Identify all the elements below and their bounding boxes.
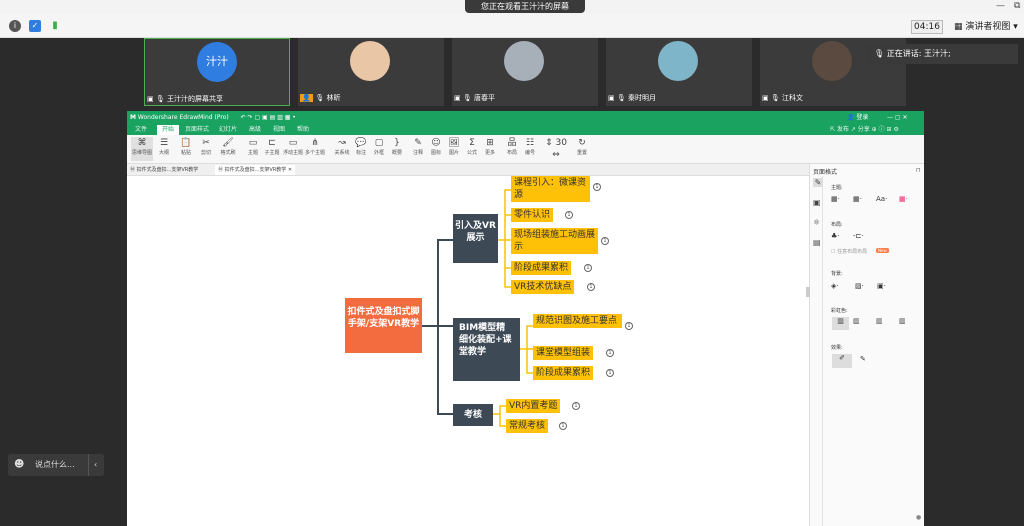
subtopic[interactable]: 现场组装施工动画展示 — [511, 228, 598, 254]
subtopic[interactable]: VR技术优缺点 — [511, 280, 575, 294]
subtopic[interactable]: 零件认识 — [511, 208, 554, 222]
emoji-icon[interactable]: ☻ — [14, 459, 24, 470]
topic-collapse-icon[interactable]: 1 — [606, 349, 614, 357]
topic-collapse-icon[interactable]: 1 — [601, 237, 609, 245]
topic-collapse-icon[interactable]: 1 — [565, 211, 573, 219]
subtopic[interactable]: VR内置考题 — [506, 399, 561, 413]
collapse-chevron-icon[interactable]: ‹ — [88, 454, 97, 476]
subtopic[interactable]: 阶段成果累积 — [533, 366, 594, 380]
subtopic[interactable]: 阶段成果累积 — [511, 261, 572, 275]
topic-collapse-icon[interactable]: 1 — [584, 264, 592, 272]
main-topic[interactable]: 考核 — [453, 404, 493, 426]
topic-collapse-icon[interactable]: 1 — [625, 322, 633, 330]
subtopic[interactable]: 常规考核 — [506, 419, 549, 433]
topic-collapse-icon[interactable]: 1 — [572, 402, 580, 410]
subtopic[interactable]: 规范识图及施工要点 — [533, 314, 622, 328]
topic-collapse-icon[interactable]: 1 — [593, 183, 601, 191]
topic-collapse-icon[interactable]: 1 — [606, 369, 614, 377]
root-topic[interactable]: 扣件式及盘扣式脚手架/支架VR教学 — [345, 298, 422, 353]
topic-collapse-icon[interactable]: 1 — [587, 283, 595, 291]
subtopic[interactable]: 课程引入：微课资源 — [511, 176, 590, 202]
main-topic[interactable]: BIM模型精细化装配+课堂教学 — [453, 318, 520, 381]
main-topic[interactable]: 引入及VR展示 — [453, 214, 498, 263]
topic-collapse-icon[interactable]: 1 — [559, 422, 567, 430]
chat-input[interactable]: ☻ 说点什么... ‹ — [8, 454, 104, 476]
subtopic[interactable]: 课堂模型组装 — [533, 346, 594, 360]
